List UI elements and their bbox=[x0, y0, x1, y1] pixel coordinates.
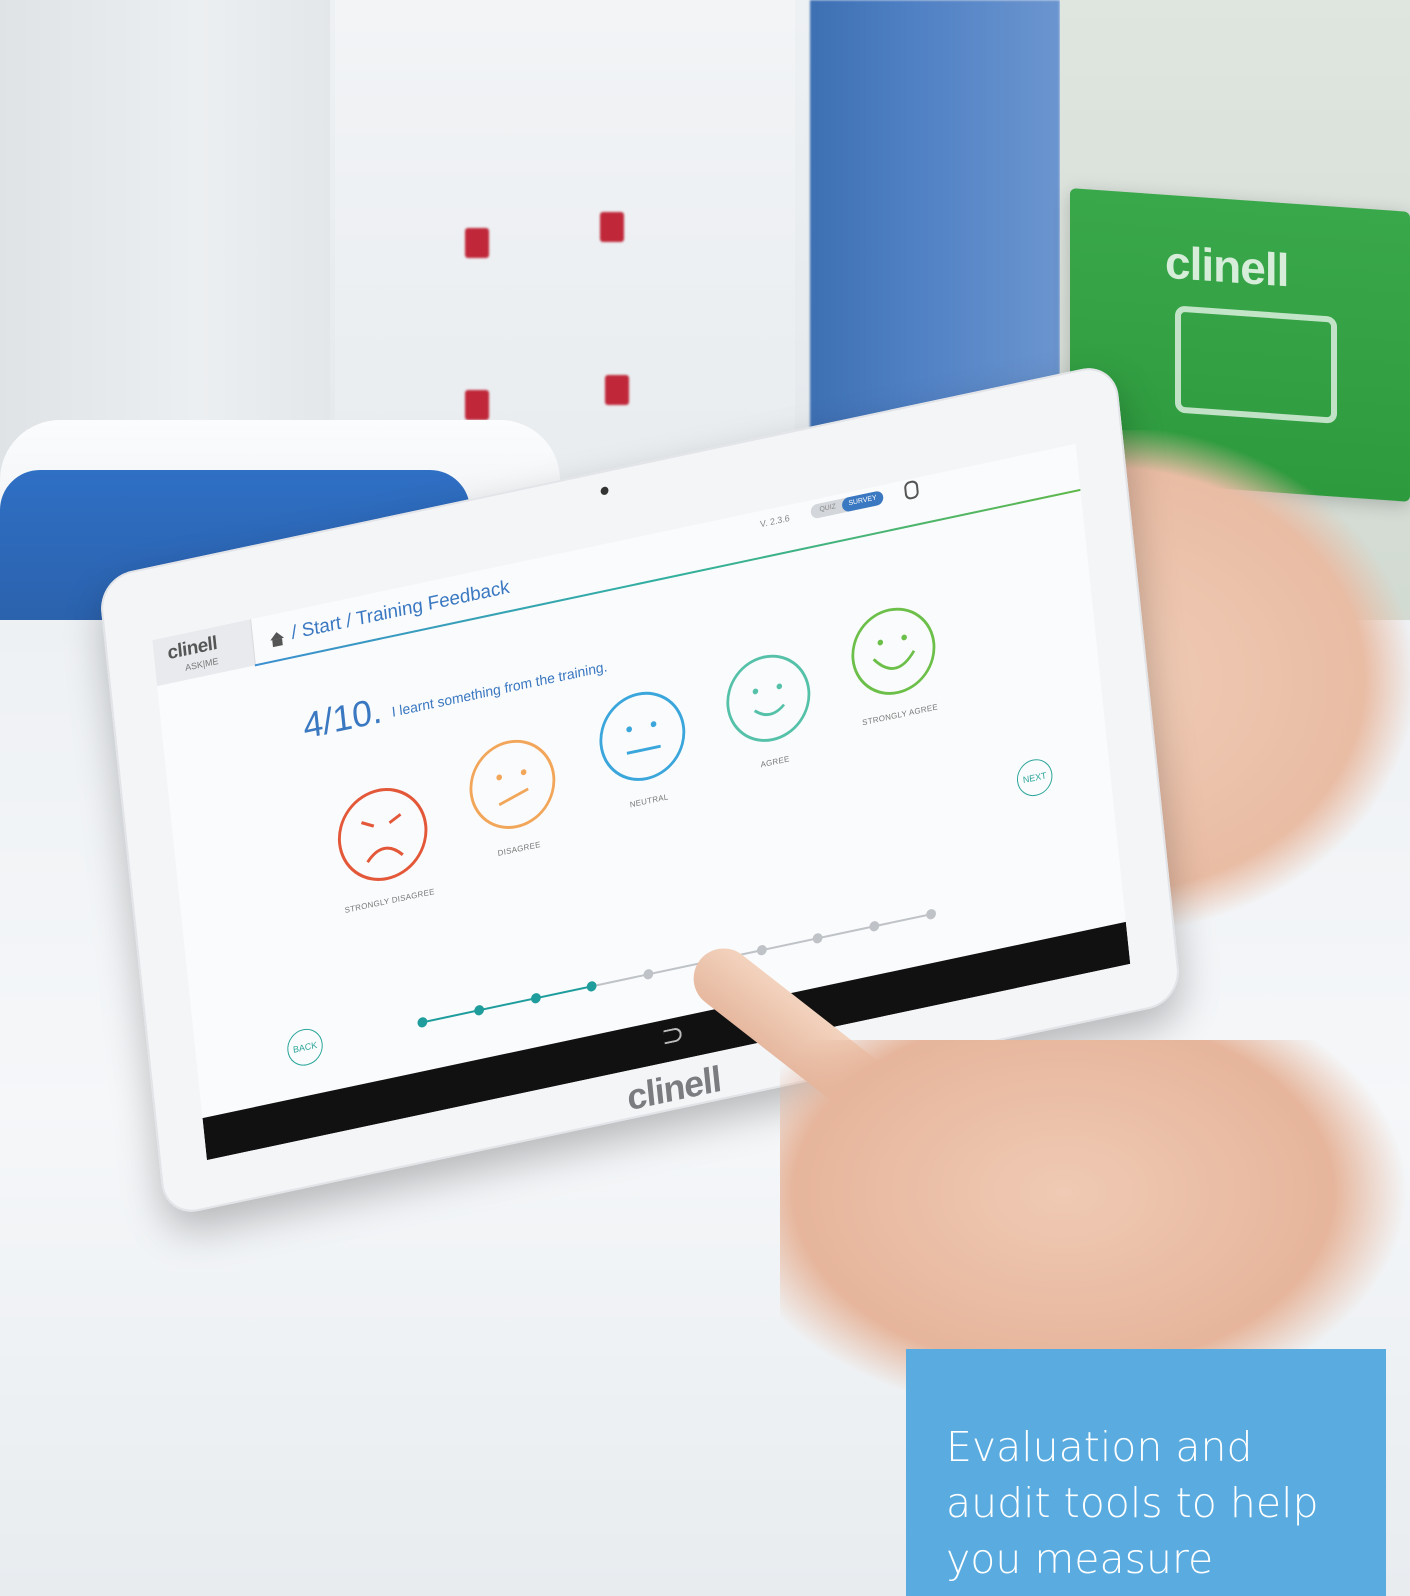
progress-dot bbox=[586, 980, 598, 993]
very-sad-face-icon bbox=[337, 787, 428, 881]
progress-dot bbox=[417, 1016, 428, 1029]
progress-dot bbox=[473, 1004, 485, 1017]
sad-face-icon bbox=[469, 739, 556, 829]
neutral-face-icon bbox=[599, 691, 686, 781]
progress-dot bbox=[812, 932, 824, 945]
very-happy-face-icon bbox=[851, 607, 936, 695]
home-icon[interactable] bbox=[269, 630, 284, 641]
socket bbox=[465, 390, 489, 420]
version-label: V. 2.3.6 bbox=[759, 512, 791, 530]
face-neutral[interactable]: NEUTRAL bbox=[579, 678, 708, 818]
happy-face-icon bbox=[726, 654, 811, 742]
toggle-survey[interactable]: SURVEY bbox=[841, 490, 884, 513]
rating-faces: STRONGLY DISAGREE DISAGREE NEUTRAL AGREE… bbox=[315, 607, 998, 929]
wall-panel bbox=[0, 0, 330, 480]
progress-dot bbox=[756, 944, 767, 957]
dispenser-logo: clinell bbox=[1165, 235, 1289, 297]
photo-scene: clinell clinell ASK|ME / Start / Trainin… bbox=[0, 0, 1410, 1596]
face-strongly-disagree[interactable]: STRONGLY DISAGREE bbox=[319, 774, 449, 918]
camera-icon bbox=[600, 486, 609, 496]
progress-dot bbox=[925, 908, 937, 921]
question-number: 4/10. bbox=[301, 688, 384, 747]
progress-dot bbox=[530, 992, 541, 1005]
microphone-icon[interactable] bbox=[903, 479, 920, 501]
socket bbox=[600, 212, 624, 242]
caption-text: Evaluation and audit tools to help you m… bbox=[946, 1423, 1319, 1583]
face-strongly-agree[interactable]: STRONGLY AGREE bbox=[830, 594, 959, 732]
socket bbox=[465, 228, 489, 258]
toggle-quiz[interactable]: QUIZ bbox=[819, 503, 836, 513]
face-disagree[interactable]: DISAGREE bbox=[449, 726, 578, 866]
app-brand: clinell ASK|ME bbox=[152, 619, 256, 687]
back-arrow-icon[interactable] bbox=[663, 1026, 683, 1045]
back-button[interactable]: BACK bbox=[285, 1025, 325, 1070]
face-agree[interactable]: AGREE bbox=[705, 641, 834, 779]
progress-filled bbox=[422, 985, 593, 1024]
wipes-pack bbox=[1175, 305, 1337, 424]
mode-toggle[interactable]: QUIZ SURVEY bbox=[810, 490, 884, 520]
next-button[interactable]: NEXT bbox=[1015, 755, 1055, 800]
progress-dot bbox=[643, 968, 654, 981]
progress-dot bbox=[869, 920, 880, 933]
socket bbox=[605, 375, 629, 405]
caption-box: Evaluation and audit tools to help you m… bbox=[906, 1349, 1386, 1596]
